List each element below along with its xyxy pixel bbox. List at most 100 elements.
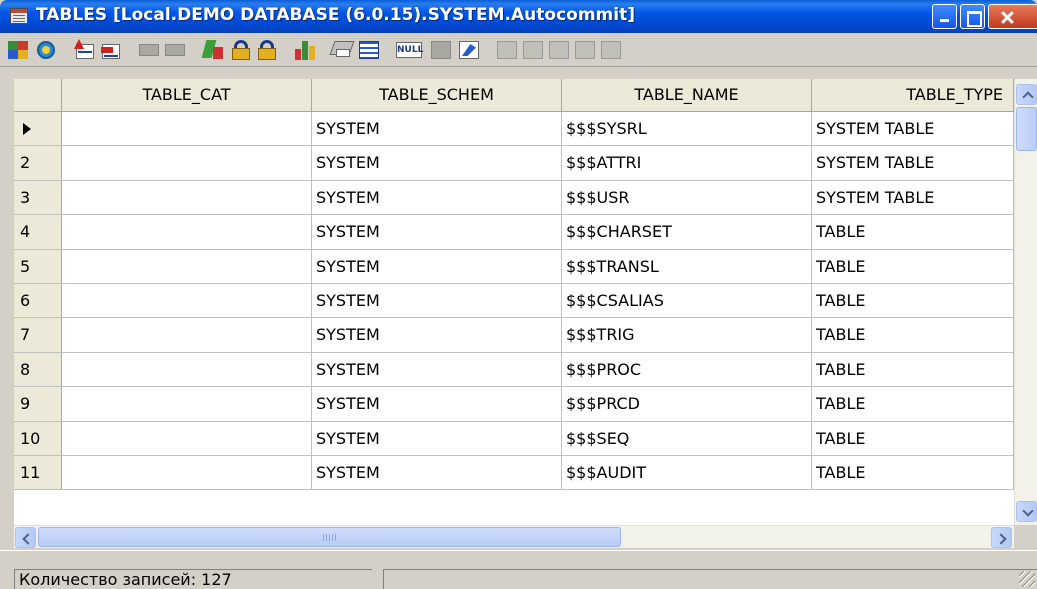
column-header-table-schem[interactable]: TABLE_SCHEM <box>312 79 562 112</box>
cell-table-cat[interactable] <box>62 352 312 388</box>
row-indicator[interactable]: 5 <box>14 249 62 284</box>
blob-icon-5[interactable] <box>598 37 624 63</box>
cell-table-name[interactable]: $$$TRANSL <box>562 249 812 284</box>
table-row[interactable]: 10 SYSTEM $$$SEQ TABLE <box>14 421 1014 456</box>
title-bar[interactable]: TABLES [Local.DEMO DATABASE (6.0.15).SYS… <box>0 0 1037 33</box>
cell-table-name[interactable]: $$$PROC <box>562 352 812 388</box>
cancel-icon[interactable] <box>162 37 188 63</box>
cell-table-cat[interactable] <box>62 387 312 422</box>
table-row[interactable]: 6 SYSTEM $$$CSALIAS TABLE <box>14 284 1014 319</box>
post-icon[interactable] <box>136 37 162 63</box>
cell-table-name[interactable]: $$$ATTRI <box>562 146 812 181</box>
cell-table-schem[interactable]: SYSTEM <box>312 215 562 250</box>
cell-table-cat[interactable] <box>62 215 312 250</box>
column-header-table-type[interactable]: TABLE_TYPE <box>812 79 1014 112</box>
cell-table-schem[interactable]: SYSTEM <box>312 456 562 491</box>
row-indicator[interactable]: 9 <box>14 387 62 422</box>
cell-table-name[interactable]: $$$TRIG <box>562 318 812 353</box>
cell-table-name[interactable]: $$$CHARSET <box>562 215 812 250</box>
table-row[interactable]: 2 SYSTEM $$$ATTRI SYSTEM TABLE <box>14 146 1014 181</box>
cell-table-name[interactable]: $$$SYSRL <box>562 112 812 147</box>
blob-icon-2[interactable] <box>520 37 546 63</box>
scroll-down-button[interactable] <box>1016 501 1037 522</box>
null-icon[interactable]: NULL <box>394 37 424 63</box>
cell-table-type[interactable]: TABLE <box>812 215 1014 250</box>
row-indicator[interactable]: 4 <box>14 215 62 250</box>
row-indicator[interactable]: 11 <box>14 456 62 491</box>
lock-icon[interactable] <box>228 37 254 63</box>
cell-table-name[interactable]: $$$AUDIT <box>562 456 812 491</box>
minimize-button[interactable] <box>932 4 957 29</box>
row-indicator[interactable]: 3 <box>14 180 62 216</box>
resize-grip[interactable] <box>1019 571 1035 587</box>
horizontal-scroll-thumb[interactable] <box>38 527 621 547</box>
scroll-right-button[interactable] <box>991 527 1012 548</box>
refresh-icon[interactable] <box>34 37 60 63</box>
row-indicator[interactable]: 8 <box>14 352 62 388</box>
cell-table-schem[interactable]: SYSTEM <box>312 146 562 181</box>
cell-table-cat[interactable] <box>62 318 312 353</box>
row-indicator[interactable]: 10 <box>14 421 62 456</box>
cell-table-type[interactable]: SYSTEM TABLE <box>812 146 1014 181</box>
cell-table-type[interactable]: TABLE <box>812 352 1014 388</box>
cell-table-name[interactable]: $$$USR <box>562 180 812 216</box>
cell-table-cat[interactable] <box>62 112 312 147</box>
cell-table-cat[interactable] <box>62 284 312 319</box>
cell-table-type[interactable]: TABLE <box>812 284 1014 319</box>
row-indicator[interactable]: 2 <box>14 146 62 181</box>
blank-icon[interactable] <box>428 37 454 63</box>
insert-row-icon[interactable] <box>72 37 98 63</box>
column-header-table-name[interactable]: TABLE_NAME <box>562 79 812 112</box>
cell-table-cat[interactable] <box>62 456 312 491</box>
cell-table-schem[interactable]: SYSTEM <box>312 387 562 422</box>
unlock-icon[interactable] <box>254 37 280 63</box>
cell-table-type[interactable]: TABLE <box>812 318 1014 353</box>
grid-corner[interactable] <box>14 79 62 112</box>
table-row[interactable]: 5 SYSTEM $$$TRANSL TABLE <box>14 249 1014 284</box>
row-indicator[interactable]: 6 <box>14 284 62 319</box>
horizontal-scrollbar[interactable] <box>14 525 1014 548</box>
table-row[interactable]: 4 SYSTEM $$$CHARSET TABLE <box>14 215 1014 250</box>
cell-table-schem[interactable]: SYSTEM <box>312 112 562 147</box>
table-row[interactable]: 7 SYSTEM $$$TRIG TABLE <box>14 318 1014 353</box>
delete-row-icon[interactable] <box>98 37 124 63</box>
cell-table-type[interactable]: TABLE <box>812 387 1014 422</box>
cell-table-type[interactable]: SYSTEM TABLE <box>812 112 1014 147</box>
row-indicator[interactable]: 7 <box>14 318 62 353</box>
cell-table-cat[interactable] <box>62 421 312 456</box>
cell-table-schem[interactable]: SYSTEM <box>312 180 562 216</box>
cell-table-cat[interactable] <box>62 146 312 181</box>
close-button[interactable] <box>988 4 1037 29</box>
cell-table-schem[interactable]: SYSTEM <box>312 284 562 319</box>
table-row[interactable]: 11 SYSTEM $$$AUDIT TABLE <box>14 456 1014 491</box>
cell-table-schem[interactable]: SYSTEM <box>312 352 562 388</box>
table-window-icon[interactable] <box>10 8 28 24</box>
vertical-scroll-thumb[interactable] <box>1016 107 1037 151</box>
row-indicator[interactable] <box>14 112 62 147</box>
cell-table-type[interactable]: TABLE <box>812 249 1014 284</box>
cell-table-schem[interactable]: SYSTEM <box>312 421 562 456</box>
cell-table-type[interactable]: SYSTEM TABLE <box>812 180 1014 216</box>
table-row[interactable]: 8 SYSTEM $$$PROC TABLE <box>14 352 1014 388</box>
print-icon[interactable] <box>329 37 356 63</box>
grid-icon[interactable] <box>356 37 382 63</box>
column-header-table-cat[interactable]: TABLE_CAT <box>62 79 312 112</box>
filter-icon[interactable] <box>200 37 226 63</box>
cell-table-name[interactable]: $$$CSALIAS <box>562 284 812 319</box>
blob-icon-1[interactable] <box>494 37 520 63</box>
cell-table-name[interactable]: $$$PRCD <box>562 387 812 422</box>
edit-icon[interactable] <box>456 37 482 63</box>
scroll-left-button[interactable] <box>15 527 36 548</box>
chart-icon[interactable] <box>292 37 318 63</box>
cell-table-type[interactable]: TABLE <box>812 421 1014 456</box>
cell-table-cat[interactable] <box>62 180 312 216</box>
vertical-scrollbar[interactable] <box>1014 79 1037 525</box>
table-row[interactable]: 3 SYSTEM $$$USR SYSTEM TABLE <box>14 180 1014 216</box>
cell-table-cat[interactable] <box>62 249 312 284</box>
scroll-up-button[interactable] <box>1016 84 1037 105</box>
table-row[interactable]: SYSTEM $$$SYSRL SYSTEM TABLE <box>14 112 1014 147</box>
cell-table-schem[interactable]: SYSTEM <box>312 318 562 353</box>
cell-table-name[interactable]: $$$SEQ <box>562 421 812 456</box>
blob-icon-4[interactable] <box>572 37 598 63</box>
table-row[interactable]: 9 SYSTEM $$$PRCD TABLE <box>14 387 1014 422</box>
